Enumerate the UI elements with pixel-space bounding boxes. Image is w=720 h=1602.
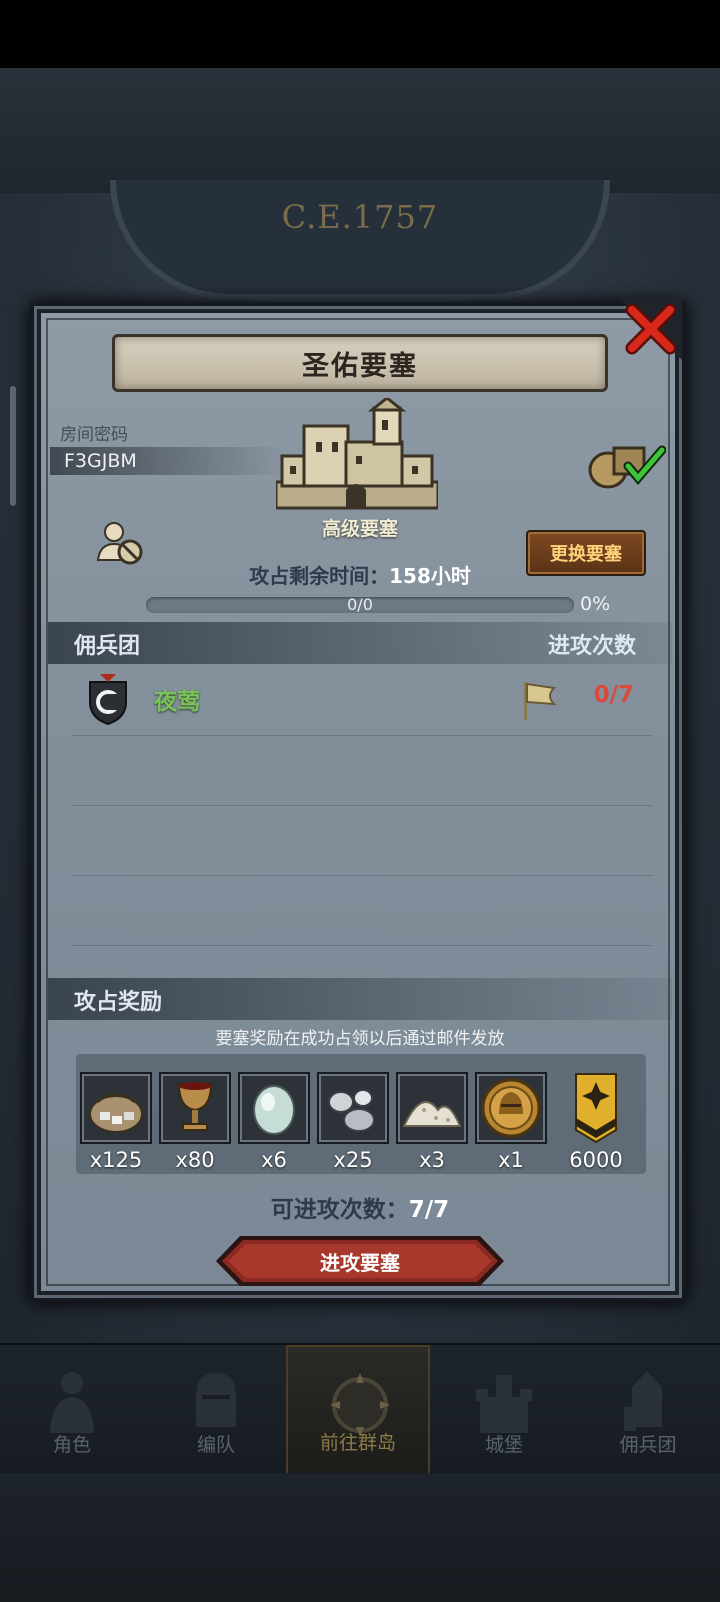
mercenary-attack-count: 0/7 xyxy=(593,682,634,708)
list-item[interactable]: 夜莺 0/7 xyxy=(48,664,672,732)
nav-character[interactable]: 角色 xyxy=(0,1345,144,1475)
supply-check-button[interactable] xyxy=(584,440,667,490)
divider xyxy=(72,875,652,876)
reward-quantity: x125 xyxy=(89,1148,143,1172)
reward-item[interactable]: x1 xyxy=(475,1072,547,1172)
reward-header-label: 攻占奖励 xyxy=(74,990,163,1015)
progress-percent: 0% xyxy=(580,593,611,615)
title-banner: 圣佑要塞 xyxy=(112,334,608,392)
mercenary-icon xyxy=(624,1371,662,1431)
bottom-navigation: 角色 编队 前往群岛 城堡 佣兵团 xyxy=(0,1343,720,1475)
reward-quantity: x25 xyxy=(333,1148,373,1172)
reward-quantity: x1 xyxy=(498,1148,524,1172)
reward-item[interactable]: x6 xyxy=(238,1072,310,1172)
divider xyxy=(72,805,652,806)
room-password-label: 房间密码 xyxy=(60,425,128,445)
nav-mercenary[interactable]: 佣兵团 xyxy=(576,1345,720,1475)
room-password-value[interactable]: F3GJBM xyxy=(50,447,290,475)
rank-badge-icon xyxy=(575,1073,617,1144)
supply-bag-check-icon xyxy=(588,445,667,489)
reward-quantity: 6000 xyxy=(569,1148,623,1172)
remaining-time-value: 158小时 xyxy=(389,564,471,588)
powder-icon xyxy=(402,1100,462,1127)
nav-formation[interactable]: 编队 xyxy=(144,1345,288,1475)
scroll-indicator xyxy=(10,386,16,506)
mercenary-emblem-icon xyxy=(89,674,127,726)
progress-text: 0/0 xyxy=(347,595,373,614)
reward-quantity: x80 xyxy=(175,1148,215,1172)
stone-sack-icon xyxy=(89,1093,143,1133)
dialog-title: 圣佑要塞 xyxy=(302,350,418,382)
reward-item[interactable]: x125 xyxy=(80,1072,152,1172)
attack-fortress-label: 进攻要塞 xyxy=(320,1251,400,1275)
reward-note: 要塞奖励在成功占领以后通过邮件发放 xyxy=(215,1029,505,1049)
nav-islands-label: 前往群岛 xyxy=(319,1432,396,1454)
attack-fortress-button[interactable]: 进攻要塞 xyxy=(216,1234,504,1288)
system-navigation-area xyxy=(0,1473,720,1602)
mercenary-name: 夜莺 xyxy=(154,689,200,715)
nav-islands[interactable]: 前往群岛 xyxy=(286,1345,430,1475)
reward-section-header: 攻占奖励 xyxy=(48,978,672,1020)
attack-times-header-label: 进攻次数 xyxy=(547,634,636,659)
nav-mercenary-label: 佣兵团 xyxy=(619,1434,677,1456)
remaining-time: 攻占剩余时间：158小时 xyxy=(249,564,471,588)
reward-quantity: x3 xyxy=(419,1148,445,1172)
nav-character-label: 角色 xyxy=(52,1434,91,1456)
reward-quantity: x6 xyxy=(261,1148,287,1172)
castle-icon xyxy=(476,1375,532,1433)
nav-castle-label: 城堡 xyxy=(484,1434,523,1456)
available-attacks: 可进攻次数：7/7 xyxy=(270,1197,450,1223)
close-button[interactable] xyxy=(620,298,682,360)
year-label: C.E.1757 xyxy=(281,198,439,236)
character-icon xyxy=(50,1372,94,1433)
goblet-icon xyxy=(177,1082,213,1131)
top-header-band xyxy=(0,68,720,193)
status-bar xyxy=(0,0,720,68)
divider xyxy=(72,735,652,736)
silver-ore-icon xyxy=(328,1089,375,1132)
divider xyxy=(72,945,652,946)
nav-castle[interactable]: 城堡 xyxy=(432,1345,576,1475)
reward-item[interactable]: x25 xyxy=(317,1072,389,1172)
castle-icon xyxy=(276,398,438,510)
mercenary-section-header: 佣兵团 进攻次数 xyxy=(48,622,672,664)
gem-icon xyxy=(253,1085,295,1135)
available-attacks-value: 7/7 xyxy=(408,1197,450,1223)
flag-icon xyxy=(524,682,557,720)
close-icon xyxy=(620,298,682,360)
helmet-medal-icon xyxy=(481,1078,541,1138)
nav-formation-label: 编队 xyxy=(196,1434,235,1456)
reward-item[interactable]: x3 xyxy=(396,1072,468,1172)
mercenary-header-label: 佣兵团 xyxy=(74,634,141,659)
occupation-progress-bar: 0/0 xyxy=(146,595,574,614)
reward-item[interactable]: x80 xyxy=(159,1072,231,1172)
knight-helmet-icon xyxy=(196,1373,236,1427)
reward-item[interactable]: 6000 xyxy=(560,1072,632,1172)
